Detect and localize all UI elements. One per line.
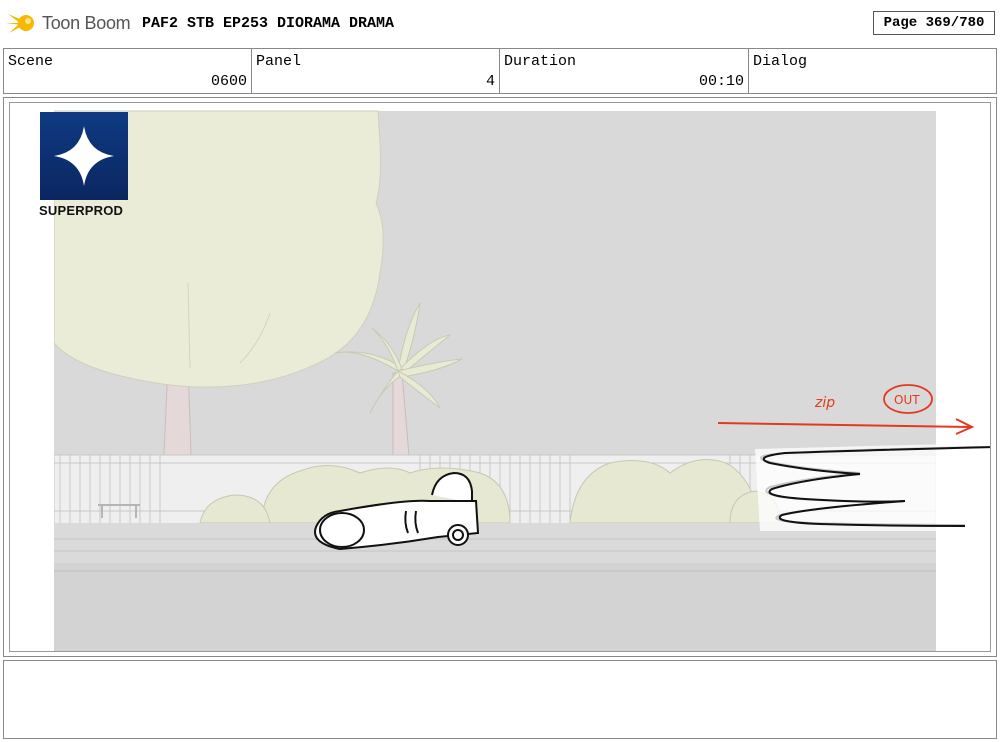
studio-logo-text: SUPERPROD — [39, 203, 124, 218]
superprod-logo — [40, 112, 128, 200]
scene-cell: Scene 0600 — [4, 49, 252, 93]
storyboard-header: Toon Boom PAF2 STB EP253 DIORAMA DRAMA P… — [0, 0, 1000, 46]
storyboard-artwork — [10, 110, 990, 651]
toon-boom-star-icon — [6, 14, 34, 33]
street — [54, 563, 936, 651]
duration-value: 00:10 — [698, 73, 744, 90]
panel-cell: Panel 4 — [252, 49, 500, 93]
speed-line-whiteout — [755, 443, 990, 531]
page-counter: Page 369/780 — [873, 11, 995, 35]
panel-label: Panel — [256, 53, 302, 70]
annotation-out: OUT — [894, 393, 920, 407]
scene-label: Scene — [8, 53, 54, 70]
dialog-box[interactable] — [3, 660, 997, 739]
dialog-label: Dialog — [753, 53, 808, 70]
toon-boom-logo: Toon Boom — [6, 8, 131, 38]
panel-value: 4 — [485, 73, 495, 90]
scene-value: 0600 — [210, 73, 247, 90]
app-name: Toon Boom — [42, 12, 131, 33]
handwritten-annotation: zip OUT — [814, 384, 933, 414]
annotation-zip: zip — [814, 395, 835, 411]
duration-cell: Duration 00:10 — [500, 49, 749, 93]
duration-label: Duration — [504, 53, 577, 70]
dialog-cell: Dialog — [749, 49, 996, 93]
document-title: PAF2 STB EP253 DIORAMA DRAMA — [142, 15, 395, 32]
panel-info-row: Scene 0600 Panel 4 Duration 00:10 Dialog — [3, 48, 997, 94]
panel-image[interactable]: SUPERPROD zip OUT — [9, 102, 991, 652]
four-point-star-icon — [54, 126, 114, 186]
